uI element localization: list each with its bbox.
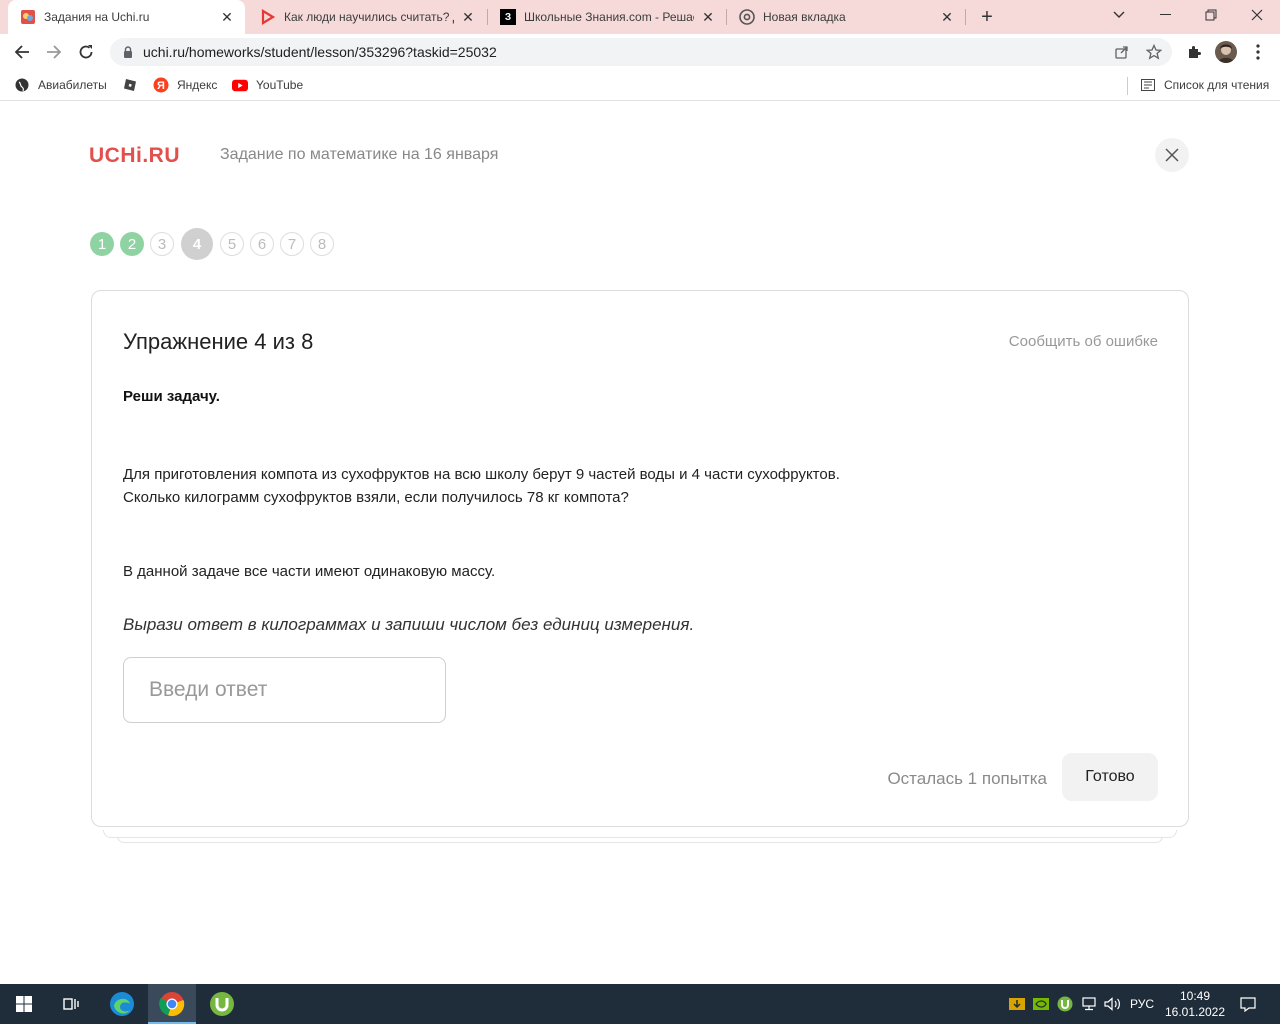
chrome-favicon-icon	[739, 9, 755, 25]
tab-title: Задания на Uchi.ru	[44, 10, 150, 24]
tray-volume-icon[interactable]	[1103, 994, 1123, 1014]
attempts-left: Осталась 1 попытка	[887, 769, 1047, 788]
report-error-link[interactable]: Сообщить об ошибке	[1009, 333, 1158, 350]
windows-start-icon[interactable]	[0, 984, 48, 1024]
tab-strip: Задания на Uchi.ru ✕ Как люди научились …	[0, 0, 1280, 34]
reading-list-icon	[1140, 77, 1156, 93]
exercise-card: Упражнение 4 из 8 Сообщить об ошибке Реш…	[91, 290, 1189, 827]
tab-title: Новая вкладка	[763, 10, 846, 24]
roblox-icon	[122, 77, 138, 93]
tab-close-icon[interactable]: ✕	[700, 9, 716, 25]
tab-title: Школьные Знания.com - Решае	[524, 10, 694, 24]
tab-close-icon[interactable]: ✕	[219, 9, 235, 25]
uchi-logo[interactable]: UCHi.RU	[89, 144, 180, 168]
step-6[interactable]: 6	[250, 232, 274, 256]
restore-icon[interactable]	[1188, 0, 1234, 30]
youtube-icon	[232, 77, 248, 93]
bookmark-label: Яндекс	[177, 78, 218, 92]
profile-avatar[interactable]	[1215, 41, 1237, 63]
bookmark-aviabilety[interactable]: Авиабилеты	[14, 76, 107, 94]
answer-input[interactable]	[123, 657, 446, 723]
address-bar[interactable]: uchi.ru/homeworks/student/lesson/353296?…	[110, 38, 1172, 66]
extensions-puzzle-icon[interactable]	[1182, 40, 1206, 64]
minimize-icon[interactable]	[1142, 0, 1188, 30]
lock-icon	[124, 46, 132, 58]
edge-browser-icon[interactable]	[98, 984, 146, 1024]
taskbar-clock[interactable]: 10:49 16.01.2022	[1160, 988, 1230, 1020]
close-window-icon[interactable]	[1234, 0, 1280, 30]
bookmark-label: YouTube	[256, 78, 304, 92]
tray-network-icon[interactable]	[1079, 994, 1099, 1014]
bookmark-divider	[1127, 77, 1128, 95]
url-text: uchi.ru/homeworks/student/lesson/353296?…	[143, 44, 497, 60]
new-tab-plus-icon[interactable]: +	[976, 6, 998, 28]
bookmark-roblox[interactable]	[122, 76, 146, 94]
step-3[interactable]: 3	[150, 232, 174, 256]
tab-new[interactable]: Новая вкладка ✕	[727, 0, 965, 34]
step-7[interactable]: 7	[280, 232, 304, 256]
step-2[interactable]: 2	[120, 232, 144, 256]
utorrent-taskbar-icon[interactable]	[198, 984, 246, 1024]
clock-time: 10:49	[1179, 989, 1211, 1003]
exercise-title: Упражнение 4 из 8	[123, 329, 314, 354]
tab-close-icon[interactable]: ✕	[460, 9, 476, 25]
reading-list-label: Список для чтения	[1164, 78, 1270, 92]
step-1[interactable]: 1	[90, 232, 114, 256]
tab-znania[interactable]: З Школьные Знания.com - Решае ✕	[488, 0, 726, 34]
clock-date: 16.01.2022	[1164, 1005, 1226, 1019]
problem-line: Сколько килограмм сухофруктов взяли, есл…	[123, 489, 629, 506]
step-8[interactable]: 8	[310, 232, 334, 256]
bookmark-star-icon[interactable]	[1142, 38, 1166, 66]
share-icon[interactable]	[1110, 38, 1134, 66]
tab-kak-lyudi[interactable]: Как люди научились считать? Д ✕	[248, 0, 486, 34]
tab-search-chevron-icon[interactable]	[1096, 0, 1142, 30]
answer-hint: Вырази ответ в килограммах и запиши числ…	[123, 615, 695, 634]
tray-nvidia-icon[interactable]	[1031, 994, 1051, 1014]
tray-updates-icon[interactable]	[1007, 994, 1027, 1014]
bookmark-youtube[interactable]: YouTube	[232, 76, 303, 94]
chrome-taskbar-icon[interactable]	[148, 984, 196, 1024]
close-icon	[1165, 148, 1179, 162]
task-view-icon[interactable]	[48, 984, 96, 1024]
tab-title: Как люди научились считать? Д	[284, 10, 454, 24]
globe-icon	[14, 77, 30, 93]
notifications-icon[interactable]	[1238, 994, 1258, 1014]
bookmarks-bar: Авиабилеты Я Яндекс YouTube Список для ч…	[0, 70, 1280, 101]
tab-close-icon[interactable]: ✕	[939, 9, 955, 25]
close-lesson-button[interactable]	[1155, 138, 1189, 172]
znania-favicon-icon: З	[500, 9, 516, 25]
step-4-current[interactable]: 4	[181, 228, 213, 260]
tab-uchi[interactable]: Задания на Uchi.ru ✕	[8, 0, 245, 34]
back-arrow-icon[interactable]	[8, 38, 36, 66]
uchi-favicon-icon	[20, 9, 36, 25]
reading-list-button[interactable]: Список для чтения	[1140, 76, 1269, 94]
windows-taskbar: РУС 10:49 16.01.2022	[0, 984, 1280, 1024]
yandex-icon: Я	[153, 77, 169, 93]
page-subtitle: Задание по математике на 16 января	[220, 146, 499, 163]
step-5[interactable]: 5	[220, 232, 244, 256]
tab-separator	[965, 9, 966, 25]
bookmark-label: Авиабилеты	[38, 78, 107, 92]
problem-text: Для приготовления компота из сухофруктов…	[123, 463, 840, 509]
video-favicon-icon	[260, 9, 276, 25]
forward-arrow-icon[interactable]	[40, 38, 68, 66]
chrome-menu-icon[interactable]	[1246, 40, 1270, 64]
reload-icon[interactable]	[72, 38, 100, 66]
card-stack-shadow	[103, 830, 1177, 838]
bookmark-yandex[interactable]: Я Яндекс	[153, 76, 217, 94]
instruction: Реши задачу.	[123, 388, 220, 405]
problem-line: Для приготовления компота из сухофруктов…	[123, 466, 840, 483]
input-language[interactable]: РУС	[1130, 997, 1154, 1011]
problem-note: В данной задаче все части имеют одинаков…	[123, 563, 496, 580]
submit-button[interactable]: Готово	[1062, 753, 1158, 801]
tray-utorrent-icon[interactable]	[1055, 994, 1075, 1014]
svg-text:Я: Я	[157, 80, 165, 92]
